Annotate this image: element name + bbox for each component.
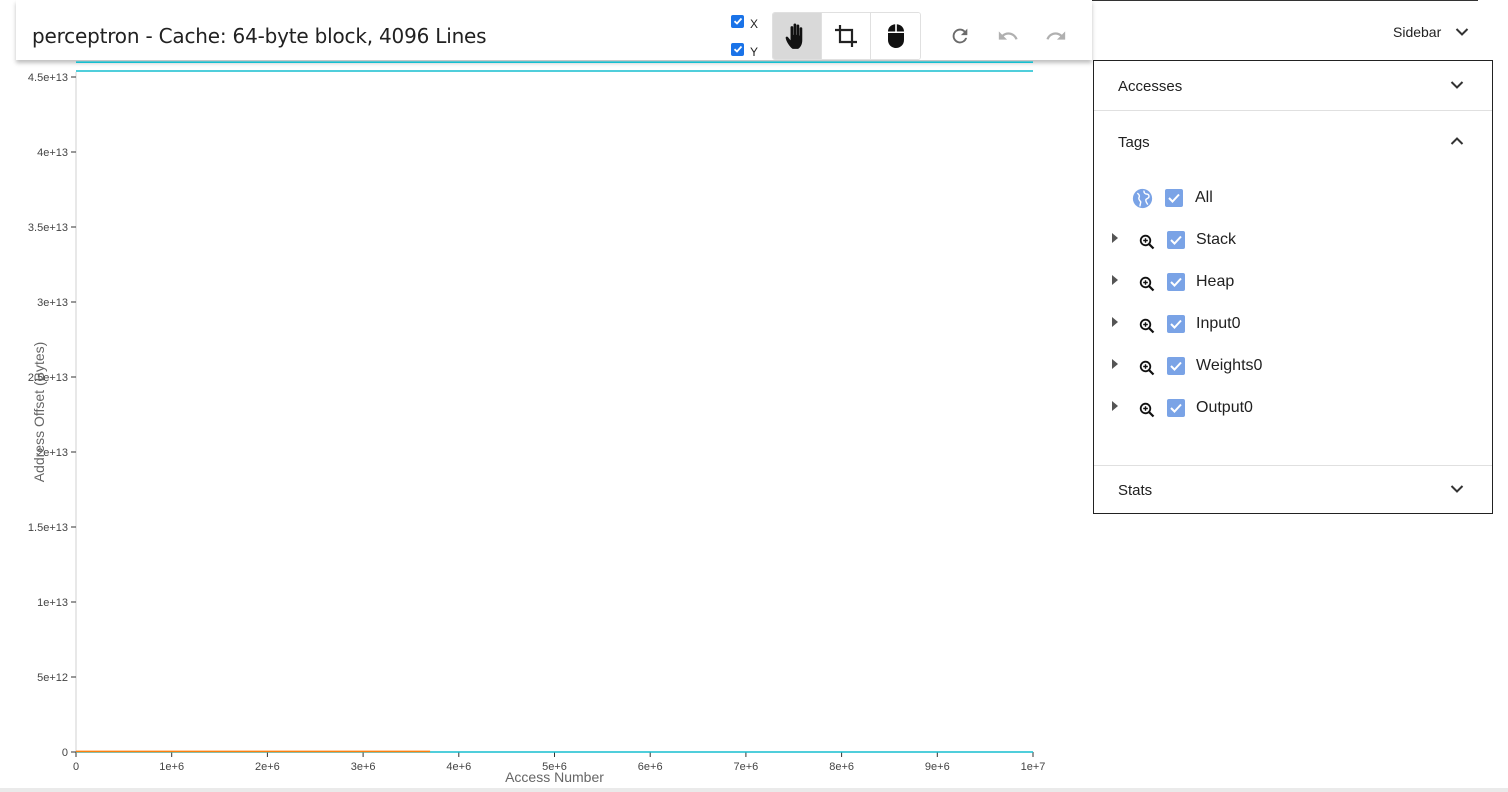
tags-title: Tags [1118,133,1150,151]
tag-checkbox-stack[interactable] [1167,231,1185,249]
bottom-scrollbar-track [0,788,1508,792]
y-axis-label: Y [750,45,759,59]
tag-checkbox-output0[interactable] [1167,399,1185,417]
redo-icon [1046,31,1066,40]
y-tick-label: 5e+12 [37,672,68,684]
mouse-tool-button[interactable] [871,13,920,59]
expand-arrow-icon[interactable] [1111,232,1119,244]
x-axis-label: X [750,17,759,31]
x-tick-label: 8e+6 [829,761,854,773]
y-tick-label: 3e+13 [37,297,68,309]
tag-checkbox-input0[interactable] [1167,315,1185,333]
chevron-up-icon [1450,137,1464,145]
x-tick-label: 4e+6 [446,761,471,773]
tag-label-input0: Input0 [1196,315,1241,332]
check-icon [1170,403,1182,413]
x-tick-label: 9e+6 [925,761,950,773]
check-icon [1168,193,1180,203]
y-tick-label: 1e+13 [37,597,68,609]
y-tick-label: 3.5e+13 [28,222,68,234]
chevron-down-icon [1450,485,1464,493]
x-axis-checkbox[interactable]: X [731,10,767,38]
tag-label-all: All [1195,189,1213,206]
section-divider [1094,110,1492,111]
chevron-down-icon [1450,81,1464,89]
undo-button[interactable] [984,12,1032,60]
tag-label-weights0: Weights0 [1196,357,1263,374]
tag-label-stack: Stack [1196,231,1237,248]
page-title: perceptron - Cache: 64-byte block, 4096 … [32,24,487,48]
sidebar-panel: Accesses Tags All Stack Heap Input0 Weig… [1093,60,1493,514]
check-icon [1170,361,1182,371]
redo-button[interactable] [1032,12,1080,60]
x-tick-label: 1e+6 [159,761,184,773]
app-header: perceptron - Cache: 64-byte block, 4096 … [16,0,1092,60]
tag-row-all: All [1094,177,1492,219]
expand-arrow-icon[interactable] [1111,274,1119,286]
tag-checkbox-weights0[interactable] [1167,357,1185,375]
y-tick-label: 1.5e+13 [28,522,68,534]
sidebar-toggle-button[interactable]: Sidebar [1393,24,1469,40]
interaction-mode-toolbar [772,12,921,60]
stats-title: Stats [1118,481,1153,499]
check-icon [1170,277,1182,287]
pan-tool-button[interactable] [773,13,822,59]
chevron-down-icon [1456,28,1469,36]
tag-label-output0: Output0 [1196,399,1253,416]
x-tick-label: 1e+7 [1021,761,1046,773]
address-access-chart[interactable]: 05e+121e+131.5e+132e+132.5e+133e+133.5e+… [0,60,1060,790]
tag-checkbox-heap[interactable] [1167,273,1185,291]
expand-arrow-icon[interactable] [1111,358,1119,370]
tag-row-stack: Stack [1094,219,1492,261]
axis-lock-checkboxes: X Y [731,10,767,66]
tag-row-output0: Output0 [1094,387,1492,429]
y-tick-label: 4e+13 [37,147,68,159]
stats-section-header[interactable]: Stats [1094,465,1492,515]
zoom-in-icon[interactable] [1139,402,1155,418]
crop-icon [835,25,857,47]
x-tick-label: 7e+6 [734,761,759,773]
checkbox-checked-icon[interactable] [731,42,744,56]
expand-arrow-icon[interactable] [1111,400,1119,412]
tag-label-heap: Heap [1196,273,1235,290]
globe-icon[interactable] [1132,188,1153,209]
accesses-title: Accesses [1118,77,1183,95]
pan-hand-icon [785,23,803,49]
x-tick-label: 2e+6 [255,761,280,773]
zoom-in-icon[interactable] [1139,318,1155,334]
check-icon [1170,319,1182,329]
refresh-button[interactable] [936,12,984,60]
mouse-icon [887,24,904,48]
y-axis-title: Address Offset (Bytes) [31,342,47,483]
x-axis-title: Access Number [505,769,604,785]
tag-row-input0: Input0 [1094,303,1492,345]
check-icon [1170,235,1182,245]
undo-icon [998,31,1018,40]
x-tick-label: 3e+6 [351,761,376,773]
tag-checkbox-all[interactable] [1165,189,1183,207]
tag-row-weights0: Weights0 [1094,345,1492,387]
zoom-in-icon[interactable] [1139,360,1155,376]
sidebar-toggle-label: Sidebar [1393,24,1442,40]
x-tick-label: 6e+6 [638,761,663,773]
tags-section-header[interactable]: Tags [1094,117,1492,167]
zoom-in-icon[interactable] [1139,276,1155,292]
expand-arrow-icon[interactable] [1111,316,1119,328]
refresh-icon [952,28,968,44]
zoom-in-icon[interactable] [1139,234,1155,250]
tag-row-heap: Heap [1094,261,1492,303]
crop-tool-button[interactable] [822,13,871,59]
checkbox-checked-icon[interactable] [731,14,744,28]
x-tick-label: 0 [73,761,79,773]
accesses-section-header[interactable]: Accesses [1094,61,1492,111]
y-tick-label: 0 [62,747,68,759]
y-tick-label: 4.5e+13 [28,72,68,84]
